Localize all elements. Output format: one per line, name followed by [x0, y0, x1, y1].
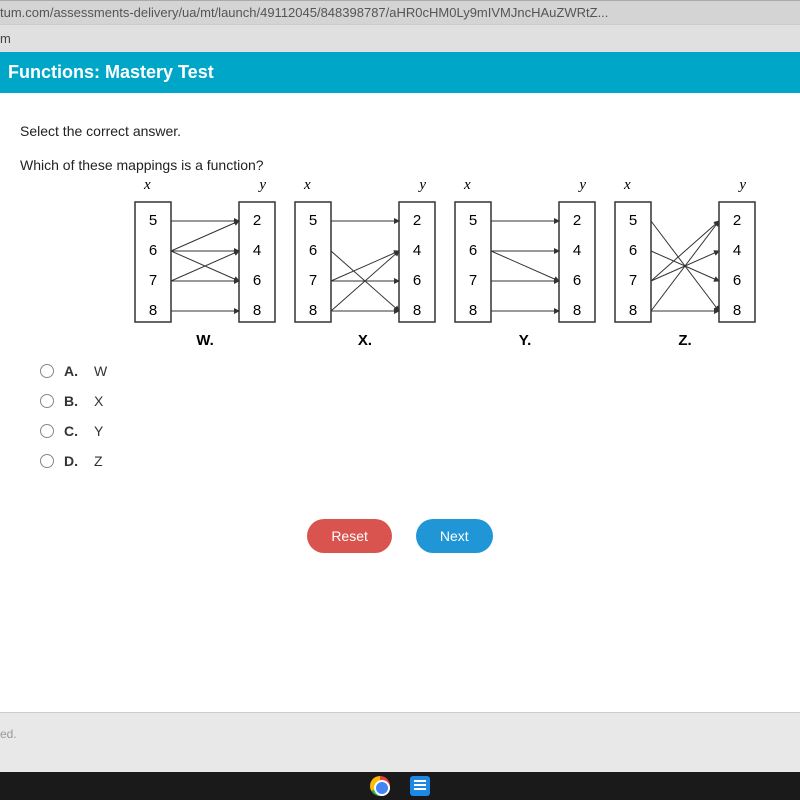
reset-button[interactable]: Reset [307, 519, 392, 553]
svg-text:8: 8 [253, 302, 261, 319]
svg-text:8: 8 [573, 302, 581, 319]
mapping-diagrams: x y 5 6 7 8 2 4 6 8 [20, 197, 780, 327]
svg-text:8: 8 [309, 302, 317, 319]
taskbar [0, 772, 800, 800]
option-b[interactable]: B. X [40, 393, 780, 409]
instruction-text: Select the correct answer. [20, 123, 780, 139]
question-panel: Select the correct answer. Which of thes… [0, 93, 800, 713]
svg-text:6: 6 [573, 272, 581, 289]
mapping-x-label: X. [358, 332, 372, 349]
x-label: x [624, 177, 631, 194]
svg-text:2: 2 [733, 212, 741, 229]
svg-text:6: 6 [149, 242, 157, 259]
svg-text:4: 4 [733, 242, 741, 259]
svg-text:5: 5 [149, 212, 157, 229]
y-label: y [259, 177, 266, 194]
question-text: Which of these mappings is a function? [20, 157, 780, 173]
radio-icon [40, 394, 54, 408]
svg-text:4: 4 [413, 242, 421, 259]
x-label: x [144, 177, 151, 194]
svg-text:8: 8 [733, 302, 741, 319]
svg-text:6: 6 [413, 272, 421, 289]
option-a[interactable]: A. W [40, 363, 780, 379]
svg-text:7: 7 [629, 272, 637, 289]
option-letter: C. [64, 423, 82, 439]
radio-icon [40, 454, 54, 468]
mapping-z-label: Z. [678, 332, 691, 349]
svg-text:8: 8 [469, 302, 477, 319]
y-label: y [419, 177, 426, 194]
chrome-icon[interactable] [370, 776, 390, 796]
svg-text:2: 2 [253, 212, 261, 229]
mapping-z: x y 5 6 7 8 2 4 6 8 Z. [610, 197, 760, 327]
svg-text:6: 6 [253, 272, 261, 289]
footer-text: ed. [0, 713, 800, 741]
svg-text:5: 5 [629, 212, 637, 229]
option-letter: B. [64, 393, 82, 409]
docs-icon[interactable] [410, 776, 430, 796]
svg-text:2: 2 [573, 212, 581, 229]
svg-text:6: 6 [469, 242, 477, 259]
option-text: Z [94, 453, 103, 469]
svg-text:4: 4 [573, 242, 581, 259]
svg-text:4: 4 [253, 242, 261, 259]
site-label: m [0, 24, 800, 52]
svg-text:6: 6 [629, 242, 637, 259]
svg-text:5: 5 [469, 212, 477, 229]
option-text: Y [94, 423, 103, 439]
x-label: x [304, 177, 311, 194]
mapping-y-label: Y. [519, 332, 532, 349]
svg-text:7: 7 [309, 272, 317, 289]
svg-text:2: 2 [413, 212, 421, 229]
option-d[interactable]: D. Z [40, 453, 780, 469]
radio-icon [40, 364, 54, 378]
url-text: tum.com/assessments-delivery/ua/mt/launc… [0, 5, 608, 20]
mapping-y: x y 5 6 7 8 2 4 6 8 Y. [450, 197, 600, 327]
x-label: x [464, 177, 471, 194]
mapping-w-label: W. [196, 332, 214, 349]
svg-text:6: 6 [733, 272, 741, 289]
svg-text:7: 7 [149, 272, 157, 289]
radio-icon [40, 424, 54, 438]
option-c[interactable]: C. Y [40, 423, 780, 439]
y-label: y [739, 177, 746, 194]
svg-text:6: 6 [309, 242, 317, 259]
action-buttons: Reset Next [20, 519, 780, 553]
assessment-title-bar: Functions: Mastery Test [0, 52, 800, 93]
svg-text:8: 8 [413, 302, 421, 319]
assessment-title: Functions: Mastery Test [8, 62, 214, 82]
mapping-w: x y 5 6 7 8 2 4 6 8 [130, 197, 280, 327]
y-label: y [579, 177, 586, 194]
answer-options: A. W B. X C. Y D. Z [40, 363, 780, 469]
address-bar[interactable]: tum.com/assessments-delivery/ua/mt/launc… [0, 0, 800, 24]
svg-text:5: 5 [309, 212, 317, 229]
option-letter: A. [64, 363, 82, 379]
mapping-x: x y 5 6 7 8 2 4 6 8 X. [290, 197, 440, 327]
svg-text:8: 8 [149, 302, 157, 319]
next-button[interactable]: Next [416, 519, 493, 553]
option-text: W [94, 363, 107, 379]
option-text: X [94, 393, 103, 409]
option-letter: D. [64, 453, 82, 469]
svg-text:7: 7 [469, 272, 477, 289]
svg-text:8: 8 [629, 302, 637, 319]
